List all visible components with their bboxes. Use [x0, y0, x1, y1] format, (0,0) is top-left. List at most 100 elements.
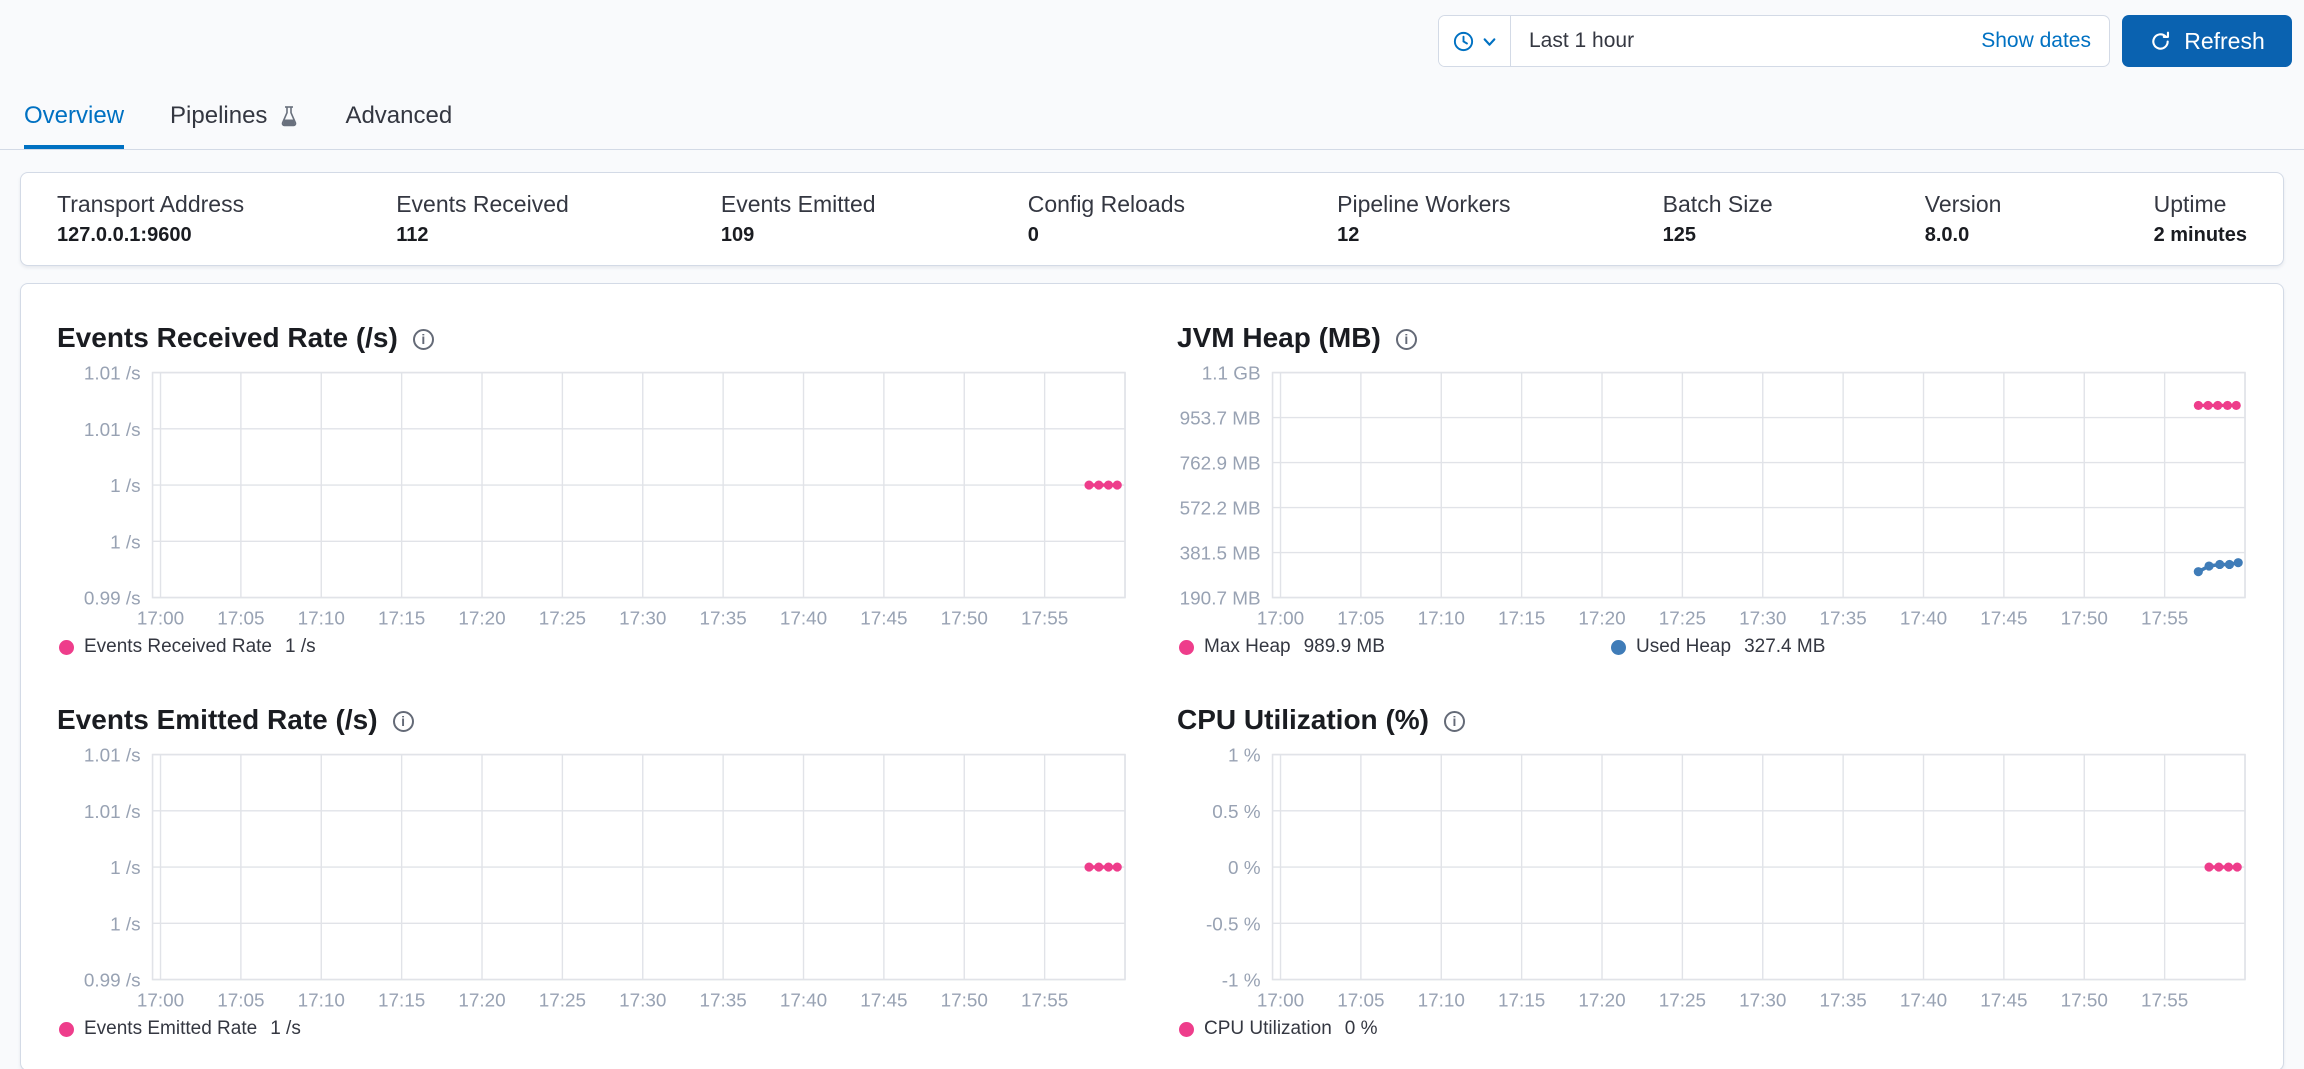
tab-overview[interactable]: Overview [24, 102, 125, 149]
legend-value: 1 /s [285, 636, 316, 657]
time-range-picker: Last 1 hour Show dates [1438, 15, 2110, 67]
info-icon[interactable]: i [1444, 710, 1465, 732]
svg-text:17:00: 17:00 [1257, 990, 1304, 1011]
svg-text:1.01 /s: 1.01 /s [84, 802, 141, 823]
legend-item-events-received-rate[interactable]: Events Received Rate 1 /s [59, 636, 491, 658]
svg-text:1.01 /s: 1.01 /s [84, 366, 141, 385]
stat-config-reloads: Config Reloads 0 [1028, 191, 1185, 247]
chart-plot[interactable]: 1.1 GB 953.7 MB 762.9 MB 572.2 MB 381.5 MB 19… [1177, 366, 2247, 632]
chart-jvm-heap-mb: JVM Heap (MB) i 1.1 GB 953.7 MB 762.9 MB 572.… [1177, 322, 2247, 658]
beaker-icon [282, 106, 297, 127]
svg-text:190.7 MB: 190.7 MB [1180, 589, 1261, 610]
svg-text:572.2 MB: 572.2 MB [1180, 499, 1261, 520]
refresh-button[interactable]: Refresh [2122, 15, 2292, 67]
svg-text:381.5 MB: 381.5 MB [1180, 544, 1261, 565]
info-icon[interactable]: i [412, 328, 434, 350]
legend-label: Max Heap [1204, 636, 1291, 657]
svg-text:1 /s: 1 /s [110, 914, 140, 935]
stat-value: 125 [1662, 224, 1697, 246]
svg-text:0.99 /s: 0.99 /s [84, 971, 141, 992]
legend-label: Used Heap [1636, 636, 1732, 657]
tab-advanced[interactable]: Advanced [345, 102, 452, 149]
stat-label: Events Emitted [720, 191, 876, 217]
svg-text:17:15: 17:15 [1498, 990, 1545, 1011]
legend-dot [59, 1021, 74, 1037]
stat-label: Batch Size [1662, 191, 1773, 217]
svg-text:17:50: 17:50 [2061, 608, 2108, 629]
legend-dot [1611, 639, 1626, 655]
svg-text:1.01 /s: 1.01 /s [84, 748, 141, 767]
svg-text:17:55: 17:55 [1021, 608, 1068, 629]
time-range-input[interactable]: Last 1 hour Show dates [1511, 16, 2109, 66]
legend-item-max-heap[interactable]: Max Heap 989.9 MB [1179, 636, 1611, 658]
selected-time-range: Last 1 hour [1529, 29, 1635, 52]
tab-pipelines[interactable]: Pipelines [170, 102, 299, 149]
svg-text:17:10: 17:10 [298, 608, 345, 629]
legend-item-cpu-utilization[interactable]: CPU Utilization 0 % [1179, 1018, 1611, 1040]
legend-value: 989.9 MB [1303, 636, 1385, 657]
stat-value: 8.0.0 [1924, 224, 1970, 246]
stat-label: Config Reloads [1027, 191, 1185, 217]
svg-text:-1 %: -1 % [1222, 971, 1261, 992]
stat-value: 112 [396, 224, 429, 246]
svg-text:17:45: 17:45 [1980, 608, 2027, 629]
stat-batch-size: Batch Size 125 [1663, 191, 1773, 247]
stat-pipeline-workers: Pipeline Workers 12 [1337, 191, 1510, 247]
chart-cpu-utilization: CPU Utilization (%) i 1 % 0.5 % 0 % -0.5 % -1 … [1177, 704, 2247, 1040]
chart-plot[interactable]: 1.01 /s 1.01 /s 1 /s 1 /s 0.99 /s17:00 17:05 1… [57, 366, 1127, 632]
legend-value: 1 /s [270, 1018, 301, 1039]
stat-uptime: Uptime 2 minutes [2154, 191, 2247, 247]
stat-value: 2 minutes [2153, 224, 2247, 246]
svg-text:17:00: 17:00 [137, 608, 184, 629]
svg-text:17:40: 17:40 [1900, 990, 1947, 1011]
svg-text:17:50: 17:50 [2061, 990, 2108, 1011]
chart-legend: Max Heap 989.9 MB Used Heap 327.4 MB [1177, 636, 2247, 658]
svg-text:0 %: 0 % [1228, 858, 1261, 879]
svg-text:17:25: 17:25 [1659, 990, 1706, 1011]
svg-text:17:00: 17:00 [1257, 608, 1304, 629]
chart-legend: Events Emitted Rate 1 /s [57, 1018, 1127, 1040]
stat-label: Version [1924, 191, 2002, 217]
stat-label: Uptime [2153, 191, 2227, 217]
svg-text:17:10: 17:10 [1418, 608, 1465, 629]
legend-item-events-emitted-rate[interactable]: Events Emitted Rate 1 /s [59, 1018, 491, 1040]
legend-dot [59, 639, 74, 655]
svg-text:0.99 /s: 0.99 /s [84, 589, 141, 610]
info-icon[interactable]: i [1395, 328, 1417, 350]
svg-text:17:40: 17:40 [1900, 608, 1947, 629]
summary-stats-panel: Transport Address 127.0.0.1:9600 Events Re… [20, 172, 2284, 266]
legend-label: Events Received Rate [84, 636, 272, 657]
svg-text:17:15: 17:15 [378, 990, 425, 1011]
svg-text:1 /s: 1 /s [110, 532, 140, 553]
stat-label: Transport Address [57, 191, 245, 217]
svg-text:17:30: 17:30 [619, 608, 666, 629]
svg-text:17:10: 17:10 [298, 990, 345, 1011]
svg-text:17:35: 17:35 [1819, 990, 1866, 1011]
svg-text:17:30: 17:30 [1739, 608, 1786, 629]
stat-events-received: Events Received 112 [396, 191, 569, 247]
stat-events-emitted: Events Emitted 109 [721, 191, 876, 247]
legend-dot [1179, 639, 1194, 655]
charts-panel: Events Received Rate (/s) i 1.01 /s 1.01 /s… [20, 283, 2284, 1069]
chart-plot[interactable]: 1 % 0.5 % 0 % -0.5 % -1 %17:00 17:05 17:10 17:1… [1177, 748, 2247, 1014]
stat-version: Version 8.0.0 [1925, 191, 2002, 247]
svg-text:17:45: 17:45 [1980, 990, 2027, 1011]
stat-label: Events Received [396, 191, 569, 217]
svg-text:-0.5 %: -0.5 % [1206, 914, 1261, 935]
info-icon[interactable]: i [392, 710, 414, 732]
chart-title-row: Events Emitted Rate (/s) i [57, 704, 1127, 736]
svg-text:17:05: 17:05 [217, 990, 264, 1011]
svg-text:17:25: 17:25 [539, 990, 586, 1011]
quick-select-menu-button[interactable] [1439, 16, 1511, 66]
svg-text:17:20: 17:20 [1578, 990, 1625, 1011]
legend-item-used-heap[interactable]: Used Heap 327.4 MB [1611, 636, 2043, 658]
svg-text:17:55: 17:55 [2141, 608, 2188, 629]
svg-text:17:45: 17:45 [860, 608, 907, 629]
chart-legend: Events Received Rate 1 /s [57, 636, 1127, 658]
show-dates-link[interactable]: Show dates [1981, 29, 2091, 53]
chart-legend: CPU Utilization 0 % [1177, 1018, 2247, 1040]
svg-text:17:25: 17:25 [1659, 608, 1706, 629]
chart-title-row: CPU Utilization (%) i [1177, 704, 2247, 736]
chart-plot[interactable]: 1.01 /s 1.01 /s 1 /s 1 /s 0.99 /s17:00 17:05 1… [57, 748, 1127, 1014]
svg-text:17:05: 17:05 [217, 608, 264, 629]
